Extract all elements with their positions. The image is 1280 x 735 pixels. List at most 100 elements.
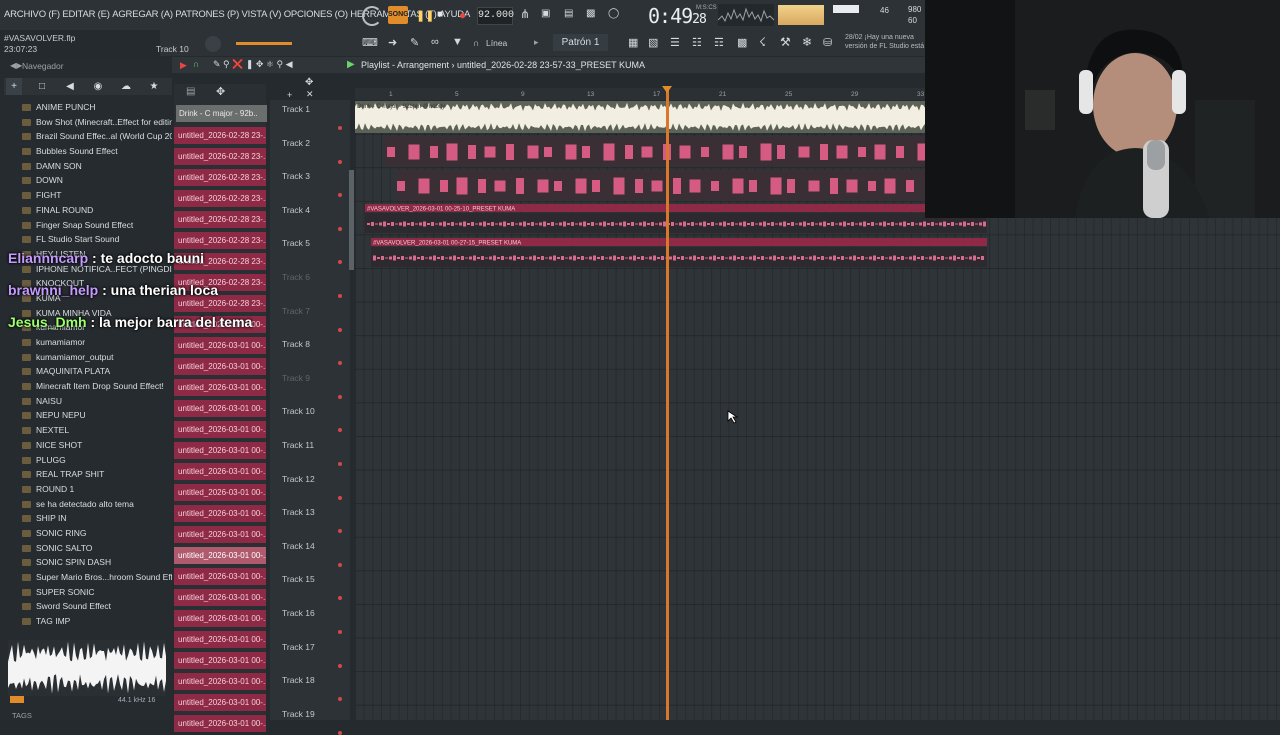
snap-select[interactable]: Línea — [486, 38, 507, 48]
track-mute-button[interactable] — [338, 630, 342, 634]
track-label[interactable]: Track 10 — [282, 406, 315, 416]
arrow-right-icon[interactable]: ➜ — [388, 36, 397, 49]
timeline-ruler[interactable]: 1 5 9 13 17 21 25 29 33 — [355, 88, 925, 100]
pattern-clip[interactable]: untitled_2026-02-28 23-... — [174, 211, 266, 228]
pattern-clip[interactable]: untitled_2026-03-01 00-... — [174, 715, 266, 732]
pattern-clip[interactable]: untitled_2026-03-01 00-... — [174, 379, 266, 396]
track-label[interactable]: Track 5 — [282, 238, 310, 248]
browser-item[interactable]: NICE SHOT — [22, 438, 172, 453]
track-mute-button[interactable] — [338, 462, 342, 466]
pattern-clip[interactable]: untitled_2026-02-28 23-... — [174, 169, 266, 186]
track-mute-button[interactable] — [338, 193, 342, 198]
playhead-marker[interactable] — [662, 86, 672, 93]
move-icon[interactable]: ✥ — [216, 85, 225, 98]
browser-item[interactable]: SUPER SONIC — [22, 585, 172, 600]
scroll-arrow-icon[interactable]: ✥ — [305, 77, 313, 88]
refresh-icon[interactable] — [362, 6, 382, 26]
browser-item[interactable]: FL Studio Start Sound — [22, 232, 172, 247]
browser-item[interactable]: ROUND 1 — [22, 482, 172, 497]
browser-item[interactable]: NAISU — [22, 394, 172, 409]
pattern-clip[interactable]: untitled_2026-03-01 00-... — [174, 526, 266, 543]
track-mute-button[interactable] — [338, 495, 342, 500]
pattern-play-icon[interactable]: ▶ — [347, 59, 355, 70]
pattern-clip[interactable]: untitled_2026-02-28 23-... — [174, 232, 266, 249]
magnet-icon[interactable]: ∩ — [473, 38, 479, 48]
mixer2-icon[interactable]: ☶ — [714, 36, 724, 49]
browser-item[interactable]: REAL TRAP SHIT — [22, 467, 172, 482]
wait-icon[interactable]: ▣ — [541, 8, 550, 19]
menu-archivo[interactable]: ARCHIVO (F) — [4, 9, 60, 20]
browser-item[interactable]: Brazil Sound Effec..al (World Cup 2002) — [22, 129, 172, 144]
track-label[interactable]: Track 11 — [282, 440, 314, 450]
browser-item[interactable]: Bow Shot (Minecraft..Effect for editing — [22, 115, 172, 130]
pencil-icon[interactable]: ✎ — [410, 36, 419, 49]
pattern-clip[interactable]: untitled_2026-03-01 00-... — [174, 463, 266, 480]
close-icon[interactable]: ✕ — [306, 89, 314, 100]
pattern-clip[interactable]: untitled_2026-02-28 23-... — [174, 190, 266, 207]
track-mute-button[interactable] — [338, 126, 342, 130]
track-label[interactable]: Track 6 — [282, 272, 310, 282]
add-track-icon[interactable]: + — [287, 90, 292, 100]
pattern-clip[interactable]: untitled_2026-03-01 00-... — [174, 589, 266, 606]
track-label[interactable]: Track 16 — [282, 608, 315, 618]
keyboard-icon[interactable]: ⌨ — [362, 36, 378, 49]
menu-opciones[interactable]: OPCIONES (O) — [284, 9, 348, 20]
pattern-clip[interactable]: untitled_2026-03-01 00-... — [174, 442, 266, 459]
track-mute-button[interactable] — [338, 327, 342, 332]
pause-icon[interactable]: ❚❚ — [416, 9, 434, 22]
track-mute-button[interactable] — [338, 562, 342, 567]
track-label[interactable]: Track 1 — [282, 104, 310, 114]
playlist-icon[interactable]: ▦ — [628, 36, 638, 49]
track-label[interactable]: Track 15 — [282, 574, 315, 584]
browser-item[interactable]: Finger Snap Sound Effect — [22, 218, 172, 233]
master-volume-knob[interactable] — [205, 36, 221, 52]
track-label[interactable]: Track 7 — [282, 306, 310, 316]
browser-item[interactable]: NEPU NEPU — [22, 408, 172, 423]
pattern-clip[interactable]: untitled_2026-03-01 00-... — [174, 673, 266, 690]
step-edit-icon[interactable]: ▩ — [586, 8, 595, 19]
browser-item[interactable]: Super Mario Bros...hroom Sound Effect — [22, 570, 172, 585]
browser-arrows-icon[interactable]: ◀▶ — [10, 61, 22, 70]
track-mute-button[interactable] — [338, 226, 342, 231]
browser-item[interactable]: TAG IMP — [22, 614, 172, 629]
pattern-clip[interactable]: untitled_2026-03-01 00-... — [174, 358, 266, 375]
browser-item[interactable]: DAMN SON — [22, 159, 172, 174]
track-label[interactable]: Track 2 — [282, 138, 310, 148]
playhead[interactable] — [666, 88, 669, 720]
play-mode-icon[interactable]: ▶ — [180, 60, 187, 71]
pattern-clip[interactable]: untitled_2026-03-01 00-... — [174, 568, 266, 585]
pattern-clip[interactable]: untitled_2026-03-01 00-... — [174, 421, 266, 438]
metronome-icon[interactable]: ⋔ — [520, 7, 530, 21]
menu-agregar[interactable]: AGREGAR (A) — [112, 9, 173, 20]
track-mute-button[interactable] — [338, 428, 342, 433]
master-pitch-slider[interactable] — [236, 42, 292, 45]
track-scrollbar[interactable] — [349, 170, 354, 270]
menu-vista[interactable]: VISTA (V) — [242, 9, 282, 20]
track-mute-button[interactable] — [338, 730, 342, 735]
pattern-clip[interactable]: untitled_2026-03-01 00-... — [174, 400, 266, 417]
pattern-clip[interactable]: untitled_2026-02-28 23-... — [174, 127, 266, 144]
chevron-right-icon[interactable]: ▸ — [534, 37, 539, 48]
track-label[interactable]: Track 9 — [282, 373, 310, 383]
track-label[interactable]: Track 19 — [282, 709, 315, 719]
browser-item[interactable]: Minecraft Item Drop Sound Effect! — [22, 379, 172, 394]
browser-item[interactable]: ANIME PUNCH — [22, 100, 172, 115]
browser-item[interactable]: MAQUINITA PLATA — [22, 364, 172, 379]
stop-icon[interactable]: ■ — [437, 9, 443, 20]
pattern-clip[interactable]: untitled_2026-03-01 00-... — [174, 547, 266, 564]
plug-icon[interactable]: ☇ — [759, 35, 766, 49]
record-icon[interactable]: ● — [459, 8, 466, 22]
news-panel[interactable]: 28/02 ¡Hay una nueva versión de FL Studi… — [845, 33, 927, 51]
track-mute-button[interactable] — [338, 260, 342, 265]
channel-rack-icon[interactable]: ☰ — [670, 36, 680, 49]
track-label[interactable]: Track 17 — [282, 642, 315, 652]
back-icon[interactable]: ◀ — [62, 78, 78, 95]
mixer-icon[interactable]: ☷ — [692, 36, 702, 49]
track-label[interactable]: Track 4 — [282, 205, 310, 215]
browser-item[interactable]: FINAL ROUND — [22, 203, 172, 218]
record-disk-icon[interactable]: ◉ — [90, 78, 106, 95]
track-mute-button[interactable] — [338, 663, 342, 668]
pattern-clip[interactable]: untitled_2026-02-28 23-... — [174, 148, 266, 165]
link-icon[interactable]: ∞ — [431, 36, 439, 48]
browser-item[interactable]: SHIP IN — [22, 511, 172, 526]
